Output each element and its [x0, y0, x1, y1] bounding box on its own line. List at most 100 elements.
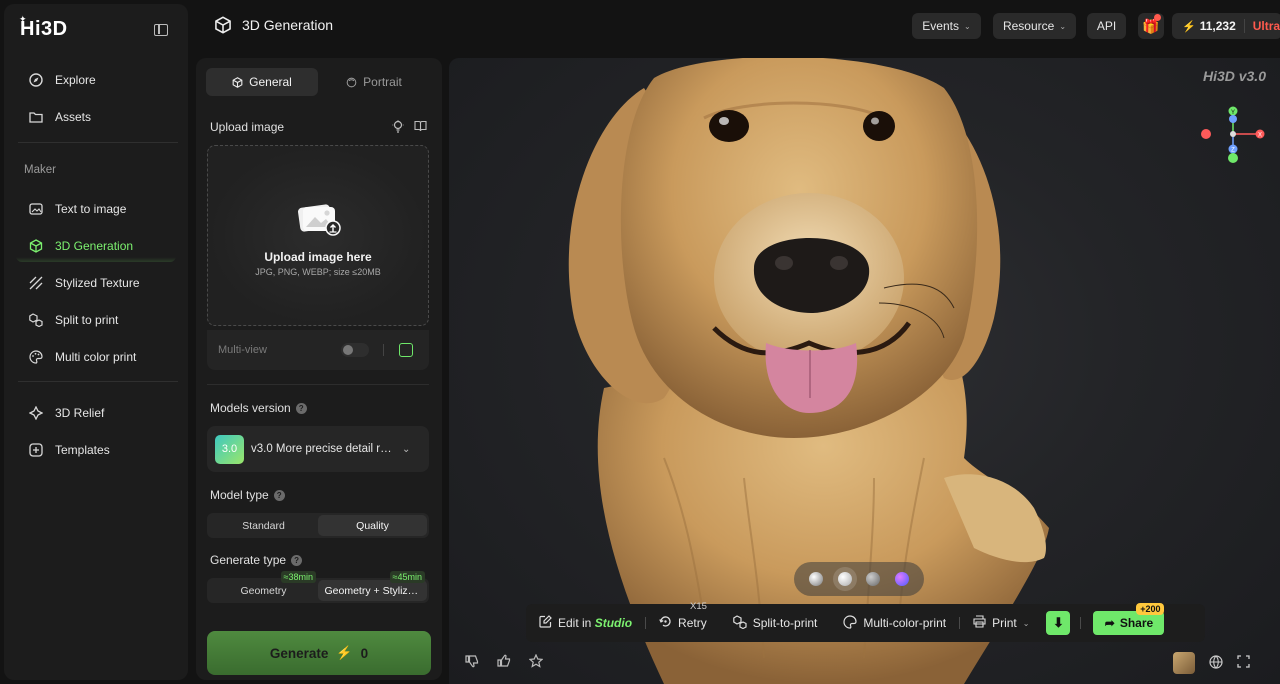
book-icon[interactable] — [414, 120, 427, 136]
time-estimate-badge: ≈45min — [389, 571, 425, 583]
multiview-toggle[interactable] — [341, 343, 369, 357]
portrait-icon — [346, 77, 357, 87]
bolt-icon: ⚡ — [1182, 20, 1196, 33]
sidebar-item-label: 3D Generation — [55, 239, 134, 253]
upload-title: Upload image here — [264, 250, 372, 264]
mode-tabs: General Portrait — [206, 68, 430, 96]
sidebar-item-3d-relief[interactable]: 3D Relief — [16, 397, 176, 429]
share-bonus-badge: +200 — [1136, 603, 1165, 615]
retry-icon — [659, 615, 672, 631]
generate-type-geometry-texture[interactable]: Geometry + Stylized Texture ≈45min — [318, 571, 427, 601]
resource-label: Resource — [1002, 19, 1055, 33]
chevron-down-icon: ⌄ — [1059, 21, 1067, 31]
sidebar-item-explore[interactable]: Explore — [16, 64, 176, 96]
tab-general[interactable]: General — [206, 68, 318, 96]
option-label: Geometry + Stylized Texture — [324, 584, 421, 597]
generate-type-geometry[interactable]: Geometry ≈38min — [209, 571, 318, 601]
upload-hint: JPG, PNG, WEBP; size ≤20MB — [255, 267, 381, 277]
palette-icon — [28, 350, 43, 365]
model-version-value: v3.0 More precise detail restoration — [251, 443, 394, 455]
sidebar-collapse-icon[interactable] — [154, 24, 168, 36]
thumbs-up-icon[interactable] — [497, 654, 511, 671]
sidebar-item-label: Text to image — [55, 202, 127, 216]
split-label: Split-to-print — [752, 616, 818, 630]
material-glossy-icon[interactable] — [837, 572, 852, 586]
cube-icon — [28, 239, 43, 254]
resource-menu-button[interactable]: Resource ⌄ — [993, 13, 1076, 39]
help-icon[interactable]: ? — [295, 402, 307, 414]
sidebar-item-text-to-image[interactable]: Text to image — [16, 193, 176, 225]
credit-count: 11,232 — [1199, 19, 1236, 33]
tab-label: Portrait — [363, 75, 402, 89]
edit-in-studio-button[interactable]: Edit in Studio — [526, 615, 645, 631]
sidebar-item-stylized-texture[interactable]: Stylized Texture — [16, 267, 176, 299]
printer-icon — [973, 615, 986, 631]
sidebar-item-label: Multi color print — [55, 350, 137, 364]
generate-label: Generate — [269, 645, 329, 661]
model-type-standard[interactable]: Standard — [209, 515, 318, 536]
sidebar-item-split-to-print[interactable]: Split to print — [16, 304, 176, 336]
sidebar-item-multi-color-print[interactable]: Multi color print — [16, 341, 176, 373]
upload-images-icon — [298, 204, 341, 236]
app-logo[interactable]: Hi3D — [20, 18, 68, 41]
tab-portrait[interactable]: Portrait — [318, 68, 430, 96]
retry-button[interactable]: X15 Retry — [646, 601, 720, 631]
sidebar-item-label: 3D Relief — [55, 406, 105, 420]
fullscreen-icon[interactable] — [1237, 655, 1250, 671]
sidebar-item-assets[interactable]: Assets — [16, 101, 176, 133]
upload-tools — [392, 120, 427, 136]
action-separator — [1080, 617, 1082, 629]
lightbulb-icon[interactable] — [392, 120, 404, 136]
model-version-select[interactable]: 3.0 v3.0 More precise detail restoration… — [207, 426, 429, 472]
print-menu-button[interactable]: Print ⌄ — [960, 615, 1042, 631]
model-type-label: Model type ? — [210, 488, 285, 502]
grid-globe-icon[interactable] — [1209, 654, 1223, 672]
studio-label: Studio — [594, 616, 633, 630]
source-image-thumbnail[interactable] — [1173, 652, 1195, 674]
material-selector — [794, 562, 924, 596]
download-button[interactable]: ⬇ — [1042, 611, 1074, 635]
material-clay-icon[interactable] — [809, 572, 824, 586]
palette-icon — [843, 614, 857, 632]
chevron-down-icon: ⌄ — [1022, 618, 1030, 628]
material-color-icon[interactable] — [894, 572, 909, 586]
models-version-label: Models version ? — [210, 401, 307, 415]
sidebar-item-label: Split to print — [55, 313, 119, 327]
chevron-down-icon: ⌄ — [963, 21, 971, 31]
thumbs-down-icon[interactable] — [465, 654, 479, 671]
multiview-image-icon[interactable] — [399, 343, 413, 357]
share-label: Share — [1119, 616, 1154, 630]
multi-color-print-button[interactable]: Multi-color-print — [830, 614, 959, 632]
generation-panel: General Portrait Upload image Upload ima… — [196, 58, 442, 680]
axis-x-label: X — [1258, 133, 1262, 139]
model-type-quality[interactable]: Quality — [318, 515, 427, 536]
help-icon[interactable]: ? — [273, 489, 285, 501]
download-icon: ⬇ — [1046, 611, 1071, 635]
image-upload-dropzone[interactable]: Upload image here JPG, PNG, WEBP; size ≤… — [207, 145, 429, 326]
page-header: 3D Generation — [214, 16, 333, 34]
help-icon[interactable]: ? — [291, 554, 303, 566]
cube-icon — [232, 76, 243, 88]
plan-tier: Ultra — [1252, 19, 1280, 33]
axis-gizmo-icon[interactable]: Y X Z — [1201, 106, 1265, 166]
credits-display[interactable]: ⚡ 11,232 Ultra — [1172, 13, 1280, 39]
model-viewer[interactable]: Hi3D v3.0 Y X Z Edit in Studio X15 Retry… — [449, 58, 1280, 684]
sidebar: ✦ Hi3D Explore Assets Maker Text to imag… — [4, 4, 188, 680]
sidebar-item-3d-generation[interactable]: 3D Generation — [16, 230, 176, 262]
chevron-down-icon: ⌄ — [402, 443, 411, 455]
edit-icon — [539, 615, 552, 631]
generate-button[interactable]: Generate ⚡ 0 — [207, 631, 431, 675]
share-button[interactable]: ➦ Share +200 — [1093, 603, 1165, 635]
version-watermark: Hi3D v3.0 — [1202, 68, 1266, 84]
material-matte-icon[interactable] — [866, 572, 881, 586]
bolt-icon: ⚡ — [336, 645, 353, 660]
models-version-text: Models version — [210, 401, 291, 415]
notification-dot — [1154, 14, 1161, 21]
sidebar-item-templates[interactable]: Templates — [16, 434, 176, 466]
star-icon[interactable] — [528, 653, 544, 671]
split-to-print-button[interactable]: Split-to-print — [720, 614, 831, 632]
hatch-icon — [28, 276, 43, 291]
api-button[interactable]: API — [1087, 13, 1126, 39]
retry-count: X15 — [690, 601, 707, 612]
events-menu-button[interactable]: Events ⌄ — [912, 13, 981, 39]
